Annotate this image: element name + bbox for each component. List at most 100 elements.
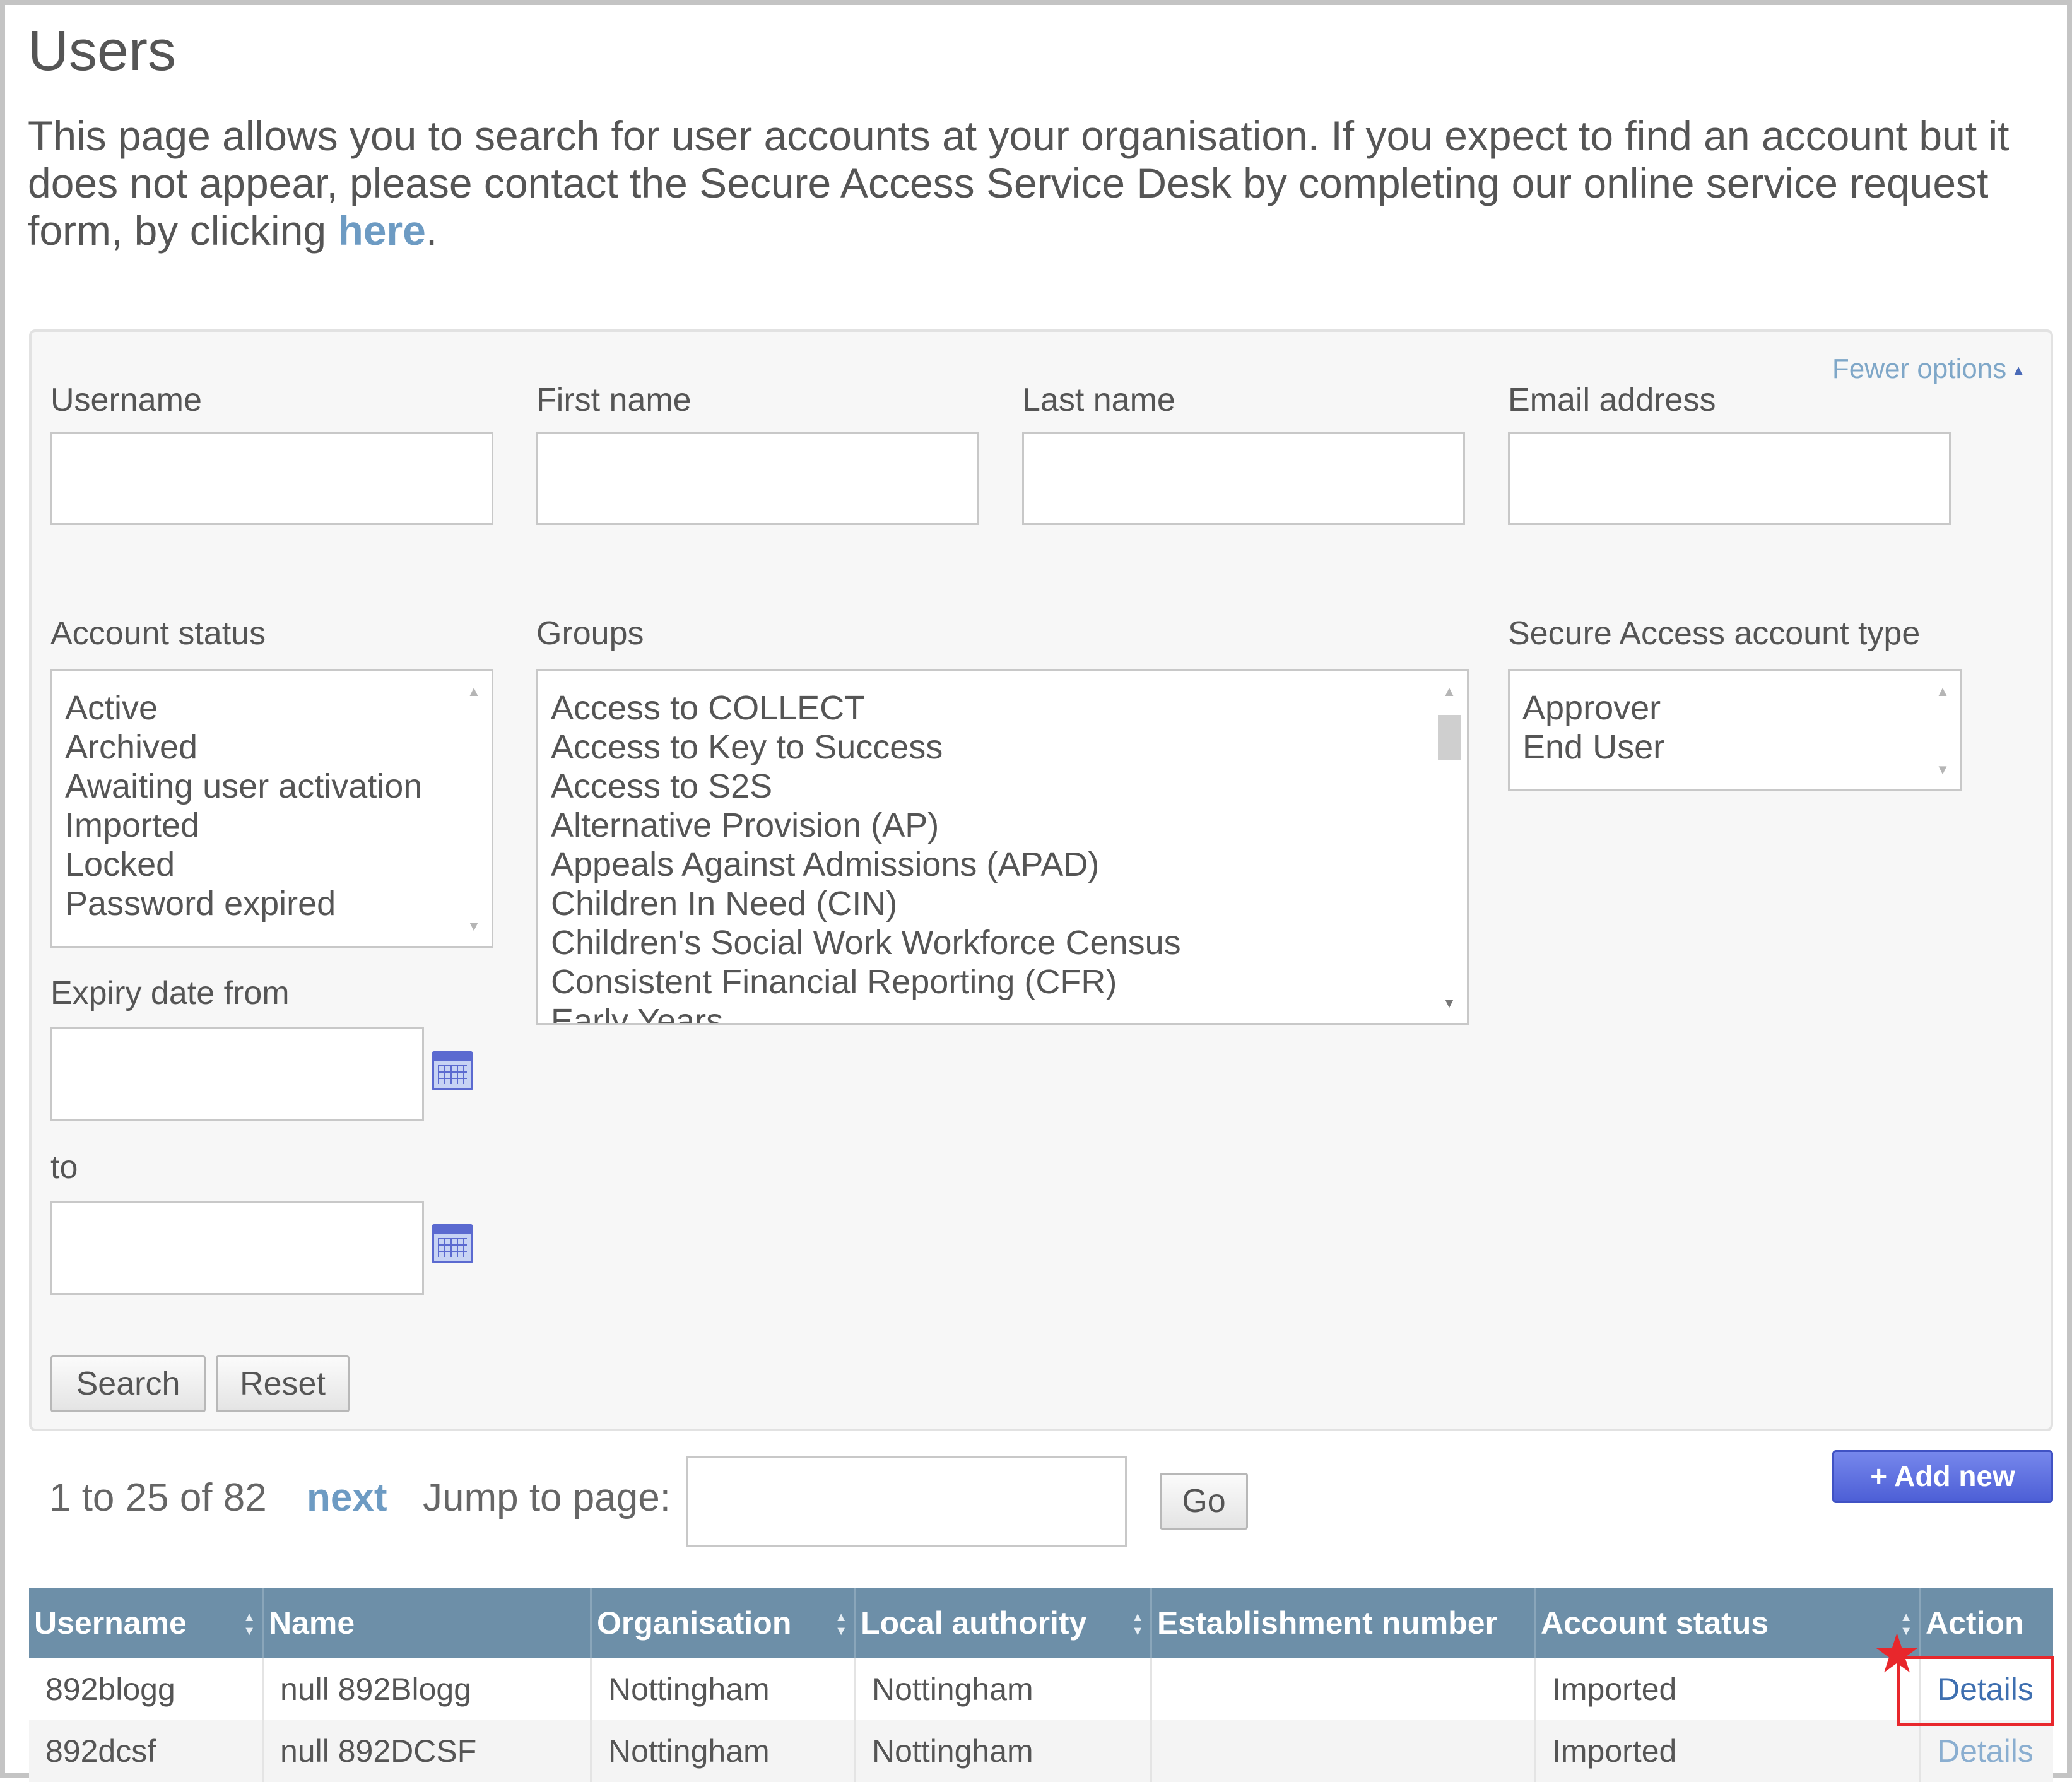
groups-option[interactable]: Access to Key to Success <box>538 728 1429 767</box>
column-header-name[interactable]: Name <box>264 1588 592 1658</box>
expiry-to-input[interactable] <box>50 1201 424 1295</box>
fewer-options-toggle[interactable]: Fewer options ▲ <box>1832 353 2025 385</box>
column-header-label: Action <box>1926 1605 2024 1641</box>
account-status-option[interactable]: Active <box>52 688 454 728</box>
cell-establishment-number <box>1152 1658 1536 1720</box>
account-status-scrollbar[interactable]: ▲ ▼ <box>456 671 492 946</box>
groups-option[interactable]: Access to COLLECT <box>538 688 1429 728</box>
scroll-down-icon[interactable]: ▼ <box>456 918 492 935</box>
groups-option[interactable]: Children In Need (CIN) <box>538 884 1429 923</box>
account-type-label: Secure Access account type <box>1508 615 1921 652</box>
username-label: Username <box>50 382 202 418</box>
expiry-to-label: to <box>50 1149 78 1186</box>
groups-option[interactable]: Appeals Against Admissions (APAD) <box>538 845 1429 884</box>
column-header-account-status[interactable]: Account status ▲ ▼ <box>1536 1588 1921 1658</box>
search-button[interactable]: Search <box>50 1355 206 1412</box>
groups-option[interactable]: Early Years <box>538 1001 1429 1023</box>
account-type-scrollbar[interactable]: ▲ ▼ <box>1925 671 1960 789</box>
cell-action: Details <box>1921 1720 2053 1782</box>
last-name-input[interactable] <box>1022 432 1465 525</box>
groups-label: Groups <box>536 615 644 652</box>
search-panel: Fewer options ▲ Username First name Last … <box>29 329 2053 1431</box>
column-header-label: Name <box>269 1605 355 1641</box>
cell-name: null 892DCSF <box>264 1720 592 1782</box>
account-type-option[interactable]: End User <box>1510 728 1922 767</box>
pagination: 1 to 25 of 82 next Jump to page: <box>49 1475 671 1520</box>
next-page-link[interactable]: next <box>307 1475 387 1520</box>
column-header-establishment-number[interactable]: Establishment number <box>1152 1588 1536 1658</box>
jump-to-page-input[interactable] <box>686 1456 1127 1547</box>
calendar-icon[interactable] <box>432 1051 473 1090</box>
first-name-input[interactable] <box>536 432 979 525</box>
cell-organisation: Nottingham <box>592 1720 856 1782</box>
groups-listbox[interactable]: Access to COLLECT Access to Key to Succe… <box>536 669 1469 1025</box>
email-input[interactable] <box>1508 432 1951 525</box>
account-type-listbox[interactable]: Approver End User ▲ ▼ <box>1508 669 1962 791</box>
page-title: Users <box>28 20 177 83</box>
cell-establishment-number <box>1152 1720 1536 1782</box>
calendar-icon[interactable] <box>432 1224 473 1263</box>
expiry-from-input[interactable] <box>50 1027 424 1121</box>
scroll-up-icon[interactable]: ▲ <box>1432 683 1467 700</box>
account-status-listbox[interactable]: Active Archived Awaiting user activation… <box>50 669 493 948</box>
sort-icon[interactable]: ▲ ▼ <box>1131 1610 1144 1638</box>
scroll-thumb[interactable] <box>1438 715 1461 760</box>
table-row: 892dcsf null 892DCSF Nottingham Nottingh… <box>29 1720 2053 1782</box>
cell-username: 892dcsf <box>29 1720 264 1782</box>
pagination-range: 1 to 25 of 82 <box>49 1476 267 1519</box>
account-status-option[interactable]: Archived <box>52 728 454 767</box>
account-status-option[interactable]: Imported <box>52 806 454 845</box>
cell-account-status: Imported <box>1536 1658 1921 1720</box>
email-label: Email address <box>1508 382 1716 418</box>
column-header-username[interactable]: Username ▲ ▼ <box>29 1588 264 1658</box>
column-header-local-authority[interactable]: Local authority ▲ ▼ <box>856 1588 1152 1658</box>
table-header: Username ▲ ▼ Name Organisation ▲ ▼ Local aut… <box>29 1588 2053 1658</box>
column-header-organisation[interactable]: Organisation ▲ ▼ <box>592 1588 856 1658</box>
groups-scrollbar[interactable]: ▲ ▼ <box>1432 671 1467 1023</box>
cell-account-status: Imported <box>1536 1720 1921 1782</box>
scroll-down-icon[interactable]: ▼ <box>1925 762 1960 778</box>
cell-local-authority: Nottingham <box>856 1720 1152 1782</box>
groups-option[interactable]: Access to S2S <box>538 767 1429 806</box>
groups-option[interactable]: Children's Social Work Workforce Census <box>538 923 1429 962</box>
last-name-label: Last name <box>1022 382 1175 418</box>
scroll-up-icon[interactable]: ▲ <box>456 683 492 700</box>
cell-organisation: Nottingham <box>592 1658 856 1720</box>
account-status-option[interactable]: Awaiting user activation <box>52 767 454 806</box>
column-header-label: Organisation <box>597 1605 792 1641</box>
account-status-label: Account status <box>50 615 266 652</box>
go-button[interactable]: Go <box>1160 1473 1248 1530</box>
details-link[interactable]: Details <box>1937 1733 2034 1769</box>
jump-to-page-label: Jump to page: <box>423 1476 671 1519</box>
add-new-button[interactable]: + Add new <box>1832 1450 2053 1503</box>
groups-option[interactable]: Alternative Provision (AP) <box>538 806 1429 845</box>
column-header-label: Establishment number <box>1157 1605 1497 1641</box>
sort-icon[interactable]: ▲ ▼ <box>243 1610 256 1638</box>
account-type-option[interactable]: Approver <box>1510 688 1922 728</box>
fewer-options-label[interactable]: Fewer options <box>1832 353 2006 384</box>
column-header-action: Action <box>1921 1588 2053 1658</box>
cell-name: null 892Blogg <box>264 1658 592 1720</box>
cell-local-authority: Nottingham <box>856 1658 1152 1720</box>
column-header-label: Local authority <box>861 1605 1087 1641</box>
username-input[interactable] <box>50 432 493 525</box>
reset-button[interactable]: Reset <box>216 1355 350 1412</box>
intro-text: This page allows you to search for user … <box>28 112 2047 254</box>
service-request-link[interactable]: here <box>338 207 425 254</box>
column-header-label: Account status <box>1541 1605 1769 1641</box>
account-status-option[interactable]: Locked <box>52 845 454 884</box>
column-header-label: Username <box>34 1605 187 1641</box>
first-name-label: First name <box>536 382 692 418</box>
expiry-from-label: Expiry date from <box>50 975 290 1012</box>
scroll-up-icon[interactable]: ▲ <box>1925 683 1960 700</box>
table-row: 892blogg null 892Blogg Nottingham Nottin… <box>29 1658 2053 1720</box>
cell-username: 892blogg <box>29 1658 264 1720</box>
groups-option[interactable]: Consistent Financial Reporting (CFR) <box>538 962 1429 1001</box>
sort-icon[interactable]: ▲ ▼ <box>835 1610 847 1638</box>
star-icon: ★ <box>1873 1624 1922 1684</box>
triangle-up-icon: ▲ <box>2011 362 2025 379</box>
scroll-down-icon[interactable]: ▼ <box>1432 995 1467 1012</box>
account-status-option[interactable]: Password expired <box>52 884 454 923</box>
intro-body: This page allows you to search for user … <box>28 112 2010 254</box>
page-frame: Users This page allows you to search for… <box>0 0 2072 1782</box>
